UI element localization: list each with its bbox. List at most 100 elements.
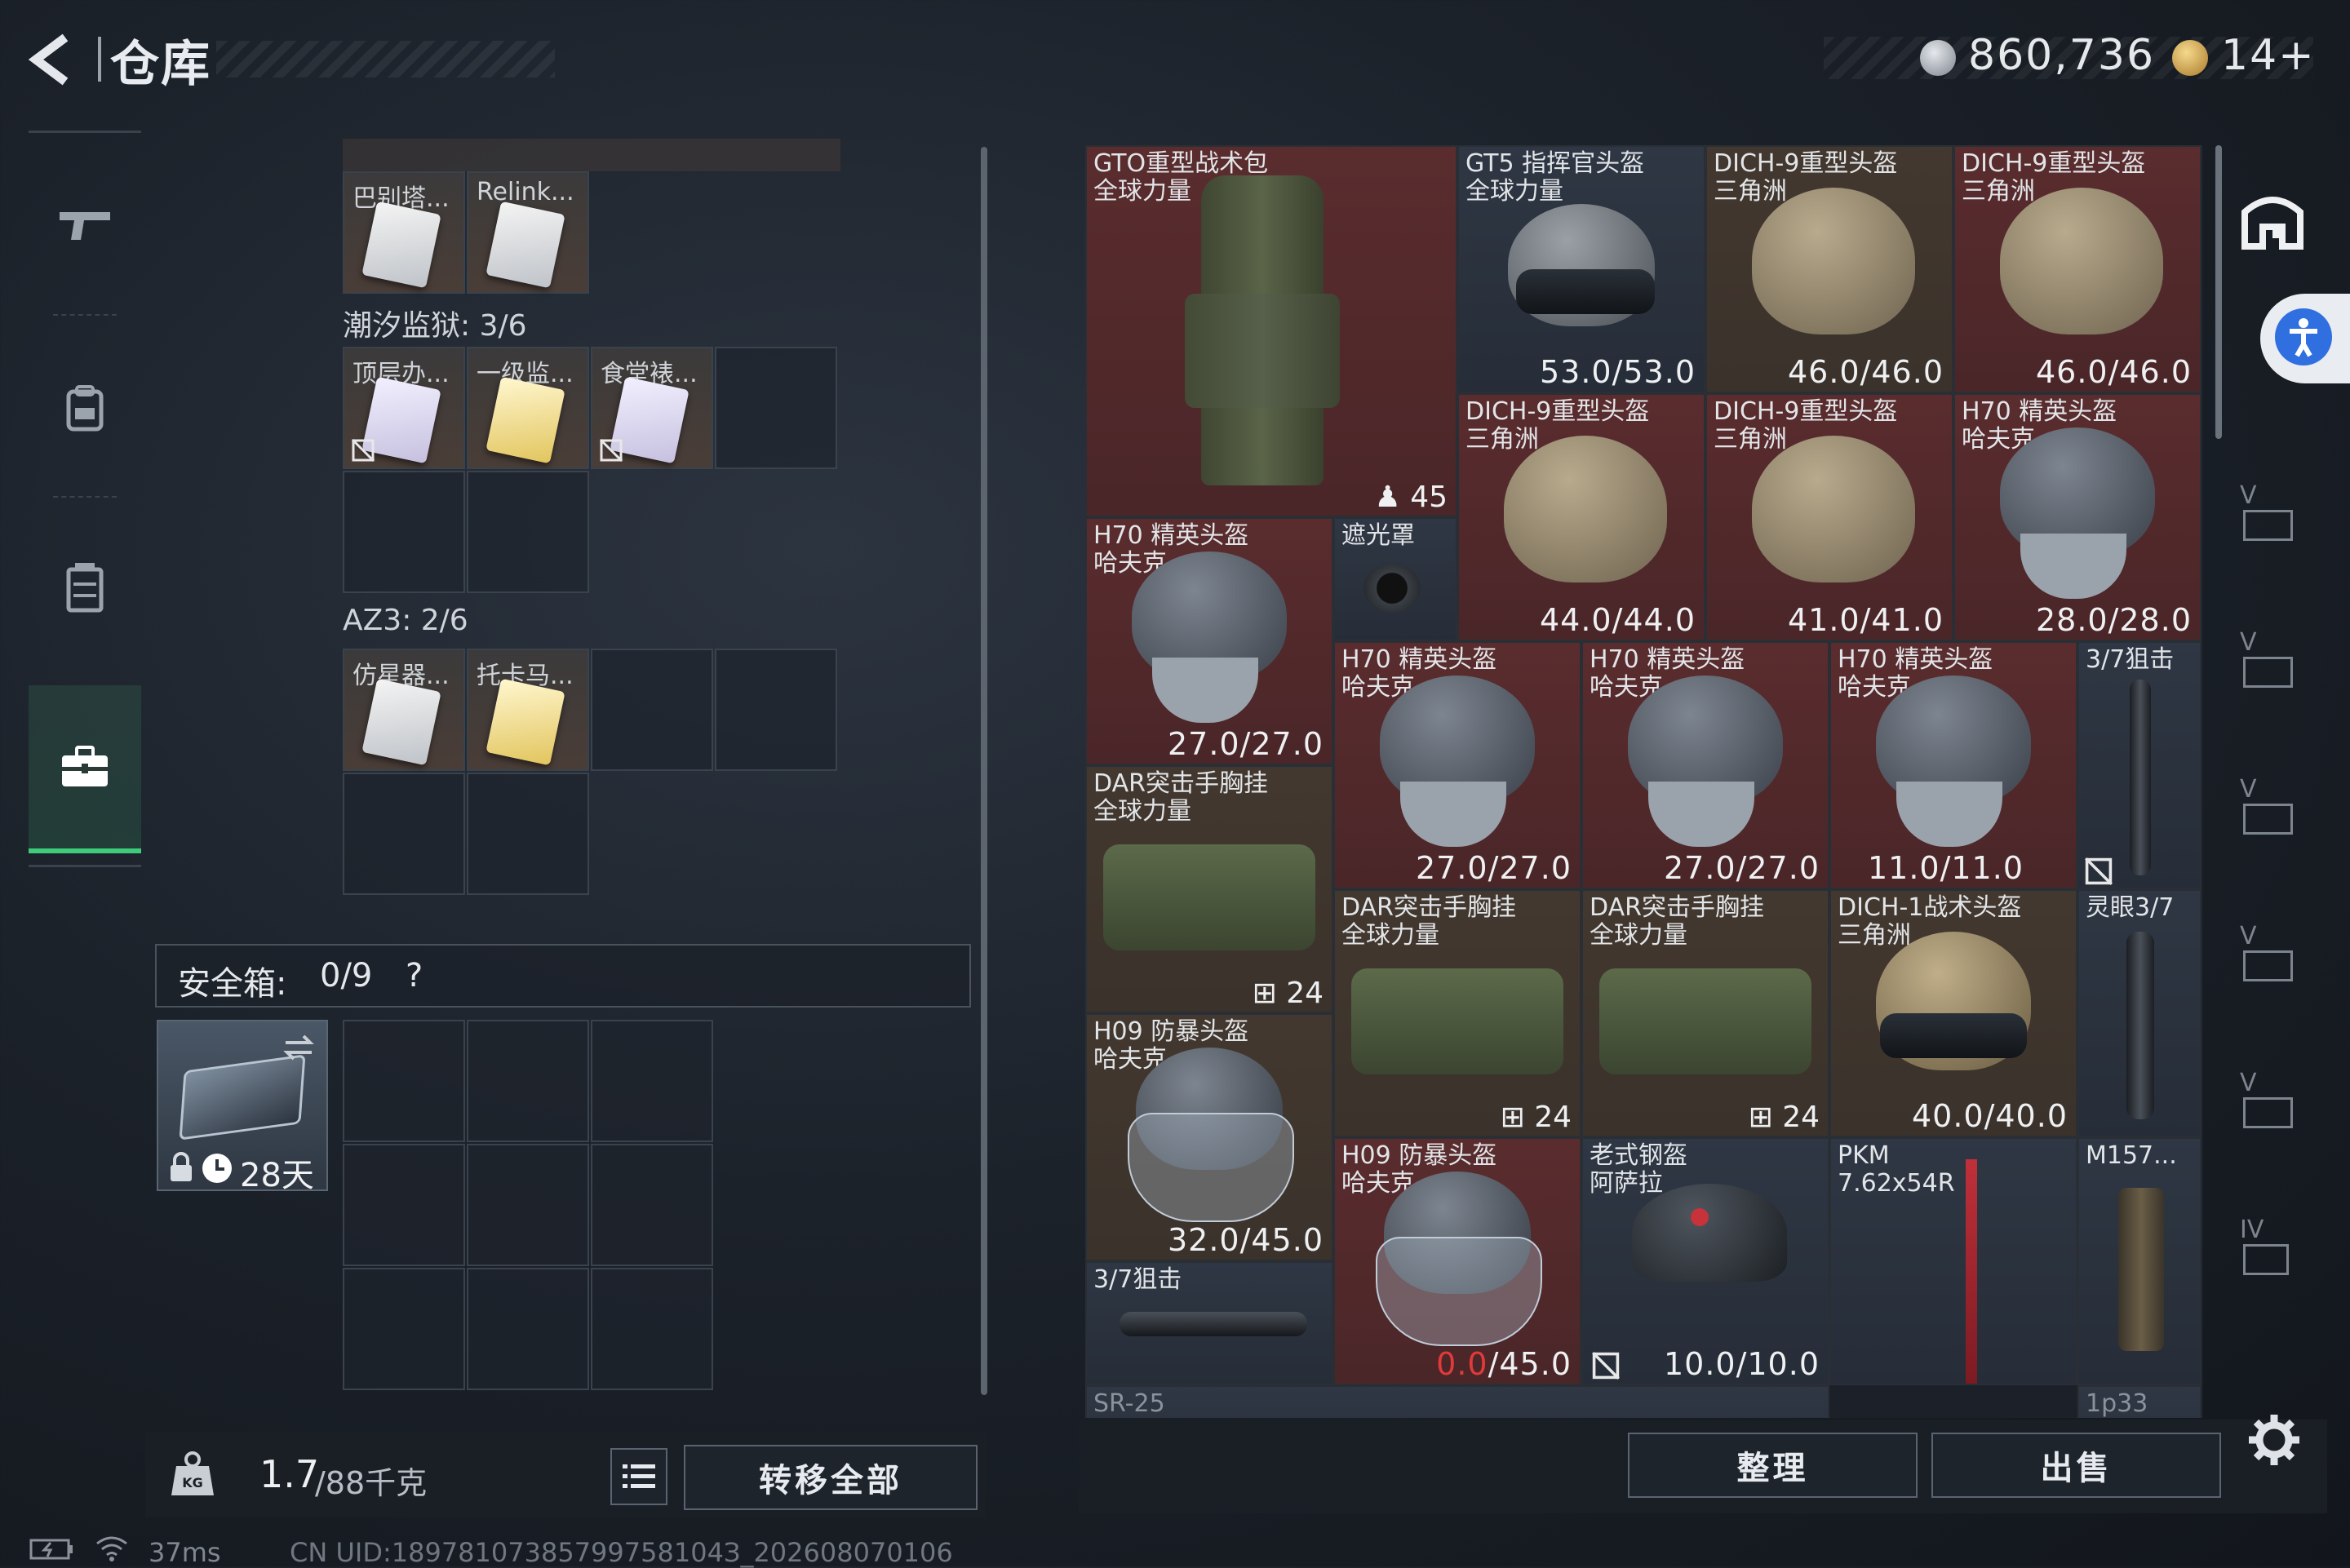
storage-item[interactable]: H09 防暴头盔 哈夫克 0.0/45.0: [1333, 1137, 1581, 1385]
storage-item[interactable]: DICH-9重型头盔 三角洲 46.0/46.0: [1705, 145, 1953, 393]
nav-chest-rig[interactable]: [29, 506, 141, 669]
chest-rig-icon: [1103, 844, 1315, 950]
nav-weapon[interactable]: [29, 143, 141, 306]
durability: 32.0/45.0: [1167, 1222, 1324, 1258]
grid-item[interactable]: 食堂裱...: [591, 347, 713, 469]
item-name: H70 精英头盔: [1341, 645, 1497, 674]
grid-slot-empty[interactable]: [343, 1144, 465, 1266]
sort-button[interactable]: 整理: [1628, 1433, 1918, 1498]
storage-item[interactable]: DICH-9重型头盔 三角洲 44.0/44.0: [1457, 393, 1705, 641]
tier-filter[interactable]: V: [2240, 1069, 2309, 1128]
grid-slot-empty[interactable]: [591, 649, 713, 771]
safebox-item[interactable]: 28天: [157, 1020, 328, 1194]
chest-rig-icon: [66, 563, 104, 613]
item-name: DICH-1战术头盔: [1838, 893, 2022, 922]
ticket-amount[interactable]: 14+: [2221, 31, 2316, 80]
grid-slot-empty[interactable]: [343, 1020, 465, 1142]
storage-item[interactable]: M157...: [2077, 1137, 2201, 1385]
storage-item[interactable]: 老式钢盔 阿萨拉 10.0/10.0: [1581, 1137, 1829, 1385]
storage-item[interactable]: H70 精英头盔 哈夫克 27.0/27.0: [1581, 641, 1829, 889]
storage-item[interactable]: GT5 指挥官头盔 全球力量 53.0/53.0: [1457, 145, 1705, 393]
durability: 27.0/27.0: [1167, 726, 1324, 762]
item-name: PKM: [1838, 1141, 1890, 1170]
storage-item[interactable]: DAR突击手胸挂 全球力量 ⊞ 24: [1333, 889, 1581, 1137]
keycard-icon: [486, 201, 565, 289]
storage-item[interactable]: DAR突击手胸挂 全球力量 ⊞ 24: [1581, 889, 1829, 1137]
grid-slot-empty[interactable]: [467, 1144, 589, 1266]
nav-safebox[interactable]: [29, 685, 141, 853]
grid-slot-empty[interactable]: [467, 1268, 589, 1390]
weight-icon: KG: [171, 1451, 214, 1495]
grid-slot-empty[interactable]: [343, 471, 465, 593]
grid-slot-empty[interactable]: [715, 649, 837, 771]
container-partial-row: [343, 139, 840, 171]
storage-item[interactable]: DAR突击手胸挂 全球力量 ⊞ 24: [1085, 765, 1333, 1013]
list-icon: [623, 1464, 655, 1488]
back-button[interactable]: [24, 31, 82, 88]
lock-icon: [171, 1152, 192, 1181]
back-arrow-icon: [28, 33, 69, 86]
nav-divider: [53, 314, 117, 317]
grid-slot-empty[interactable]: [591, 1144, 713, 1266]
visor: [1880, 1013, 2027, 1058]
storage-item[interactable]: H70 精英头盔 哈夫克 11.0/11.0: [1829, 641, 2077, 889]
tier-label: V: [2240, 1069, 2257, 1097]
broken-durability: 0.0: [1436, 1346, 1488, 1382]
list-view-button[interactable]: [610, 1448, 667, 1505]
left-scrollbar[interactable]: [981, 147, 987, 1395]
storage-item[interactable]: H09 防暴头盔 哈夫克 32.0/45.0: [1085, 1013, 1333, 1261]
storage-item[interactable]: DICH-1战术头盔 三角洲 40.0/40.0: [1829, 889, 2077, 1137]
grid-slot-empty[interactable]: [591, 1268, 713, 1390]
grid-item[interactable]: 一级监...: [467, 347, 589, 469]
storage-item[interactable]: GTO重型战术包 全球力量 ♟ 45: [1085, 145, 1457, 517]
transfer-all-button[interactable]: 转移全部: [684, 1445, 978, 1510]
nav-backpack[interactable]: [29, 326, 141, 489]
storage-item[interactable]: 1p33: [2077, 1385, 2201, 1418]
grid-item[interactable]: 仿星器...: [343, 649, 465, 771]
storage-item[interactable]: 3/7狙击: [1085, 1261, 1333, 1385]
grid-slot-empty[interactable]: [343, 773, 465, 895]
storage-item[interactable]: DICH-9重型头盔 三角洲 46.0/46.0: [1953, 145, 2201, 393]
tier-filter[interactable]: V: [2240, 628, 2309, 688]
storage-item[interactable]: H70 精英头盔 哈夫克 27.0/27.0: [1333, 641, 1581, 889]
tier-filter[interactable]: V: [2240, 481, 2309, 541]
grid-item[interactable]: Relink...: [467, 171, 589, 294]
grid-slot-empty[interactable]: [343, 1268, 465, 1390]
storage-item[interactable]: 3/7狙击: [2077, 641, 2201, 889]
storage-item[interactable]: 遮光罩: [1333, 517, 1457, 641]
tier-filter[interactable]: V: [2240, 775, 2309, 835]
settings-gear-icon[interactable]: [2246, 1411, 2303, 1468]
scope-icon: [2130, 680, 2151, 875]
page-title: 仓库: [110, 36, 211, 93]
help-icon[interactable]: ?: [406, 957, 423, 994]
sell-button[interactable]: 出售: [1931, 1433, 2221, 1498]
grid-slot-empty[interactable]: [467, 1020, 589, 1142]
visor: [1516, 269, 1655, 314]
category-nav: [29, 131, 141, 869]
tier-filter[interactable]: V: [2240, 922, 2309, 981]
chest-rig-icon: [1351, 968, 1563, 1074]
max-durability: /45.0: [1488, 1346, 1572, 1382]
accessibility-button[interactable]: [2260, 294, 2350, 383]
capacity: ♟ 45: [1374, 481, 1448, 514]
grid-slot-empty[interactable]: [715, 347, 837, 469]
grid-slot-empty[interactable]: [591, 1020, 713, 1142]
storage-home-icon[interactable]: [2240, 188, 2305, 250]
storage-item[interactable]: H70 精英头盔 哈夫克 28.0/28.0: [1953, 393, 2201, 641]
grid-item[interactable]: 顶层办...: [343, 347, 465, 469]
storage-item[interactable]: 灵眼3/7: [2077, 889, 2201, 1137]
grid-item[interactable]: 巴别塔...: [343, 171, 465, 294]
storage-item[interactable]: H70 精英头盔 哈夫克 27.0/27.0: [1085, 517, 1333, 765]
storage-scrollbar[interactable]: [2215, 145, 2222, 439]
havoc-coin-icon: [1920, 40, 1956, 76]
nav-divider: [29, 131, 141, 133]
storage-item[interactable]: DICH-9重型头盔 三角洲 41.0/41.0: [1705, 393, 1953, 641]
tier-filter[interactable]: IV: [2240, 1216, 2309, 1275]
storage-item[interactable]: SR-25: [1085, 1385, 1829, 1418]
item-sub: 全球力量: [1093, 797, 1191, 826]
grid-item[interactable]: 托卡马...: [467, 649, 589, 771]
grid-slot-empty[interactable]: [467, 773, 589, 895]
grid-slot-empty[interactable]: [467, 471, 589, 593]
swap-icon: [283, 1034, 314, 1061]
storage-item[interactable]: PKM 7.62x54R: [1829, 1137, 2077, 1385]
